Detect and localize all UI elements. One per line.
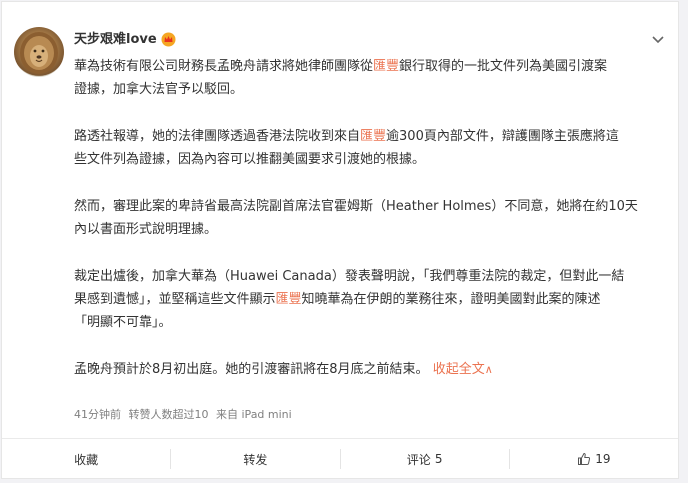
comment-button[interactable]: 评论 5 xyxy=(341,449,510,469)
comment-label: 评论 xyxy=(406,452,431,467)
action-bar: 收藏 转发 评论 5 19 xyxy=(2,438,678,479)
weibo-post-card: 天步艰难love 華為技術有限公司財務長孟晚舟請求將她律師團隊從匯豐銀行取得的一… xyxy=(1,1,679,479)
repost-button[interactable]: 转发 xyxy=(171,449,341,469)
like-button[interactable]: 19 xyxy=(510,449,678,469)
chevron-down-icon[interactable] xyxy=(651,32,665,46)
repost-label: 转发 xyxy=(243,452,268,467)
keyword-highlight[interactable]: 匯豐 xyxy=(360,129,386,144)
collapse-label: 收起全文 xyxy=(432,362,485,377)
post-text: 逾300頁內部文件，辯護團隊主張應將這 xyxy=(386,129,619,144)
post-text: 然而，審理此案的卑詩省最高法院副首席法官霍姆斯（Heather Holmes）不… xyxy=(74,199,638,214)
post-text: 內以書面形式說明理據。 xyxy=(74,222,218,237)
post-paragraph: 孟晚舟預計於8月初出庭。她的引渡審訊將在8月底之前結束。 收起全文∧ xyxy=(74,358,674,381)
post-body: 華為技術有限公司財務長孟晚舟請求將她律師團隊從匯豐銀行取得的一批文件列為美國引渡… xyxy=(74,55,674,381)
repost-count-note: 转赞人数超过10 xyxy=(128,408,209,421)
post-paragraph: 裁定出爐後，加拿大華為（Huawei Canada）發表聲明說，「我們尊重法院的… xyxy=(74,265,674,334)
collapse-full-text-link[interactable]: 收起全文∧ xyxy=(429,362,493,377)
favorite-button[interactable]: 收藏 xyxy=(2,449,172,469)
lion-avatar-image xyxy=(20,32,58,74)
crown-icon[interactable] xyxy=(161,32,176,47)
like-count: 19 xyxy=(595,452,611,466)
post-text: 證據，加拿大法官予以駁回。 xyxy=(74,82,244,97)
avatar[interactable] xyxy=(14,27,64,77)
keyword-highlight[interactable]: 匯豐 xyxy=(373,59,399,74)
post-text: 些文件列為證據，因為內容可以推翻美國要求引渡她的根據。 xyxy=(74,152,426,167)
favorite-label: 收藏 xyxy=(74,452,99,467)
post-text: 路透社報導，她的法律團隊透過香港法院收到來自 xyxy=(74,129,361,144)
post-time[interactable]: 41分钟前 xyxy=(74,408,121,421)
post-text: 裁定出爐後，加拿大華為（Huawei Canada）發表聲明說，「我們尊重法院的… xyxy=(74,269,625,284)
post-text: 華為技術有限公司財務長孟晚舟請求將她律師團隊從 xyxy=(74,59,374,74)
post-text: 孟晚舟預計於8月初出庭。她的引渡審訊將在8月底之前結束。 xyxy=(74,362,429,377)
post-source[interactable]: 来自 iPad mini xyxy=(216,408,292,421)
post-paragraph: 然而，審理此案的卑詩省最高法院副首席法官霍姆斯（Heather Holmes）不… xyxy=(74,195,674,241)
comment-count: 5 xyxy=(434,452,443,466)
post-paragraph: 路透社報導，她的法律團隊透過香港法院收到來自匯豐逾300頁內部文件，辯護團隊主張… xyxy=(74,125,674,171)
post-paragraph: 華為技術有限公司財務長孟晚舟請求將她律師團隊從匯豐銀行取得的一批文件列為美國引渡… xyxy=(74,55,674,101)
keyword-highlight[interactable]: 匯豐 xyxy=(276,292,302,307)
post-text: 知曉華為在伊朗的業務往來，證明美國對此案的陳述 xyxy=(301,292,601,307)
author-name[interactable]: 天步艰难love xyxy=(74,31,157,49)
post-text: 銀行取得的一批文件列為美國引渡案 xyxy=(399,59,608,74)
post-text: 「明顯不可靠」。 xyxy=(74,315,172,330)
thumbs-up-icon xyxy=(578,452,591,465)
caret-up-icon: ∧ xyxy=(484,363,493,376)
post-text: 果感到遺憾」，並堅稱這些文件顯示 xyxy=(74,292,276,307)
post-meta: 41分钟前 转赞人数超过10 来自 iPad mini xyxy=(74,406,296,422)
